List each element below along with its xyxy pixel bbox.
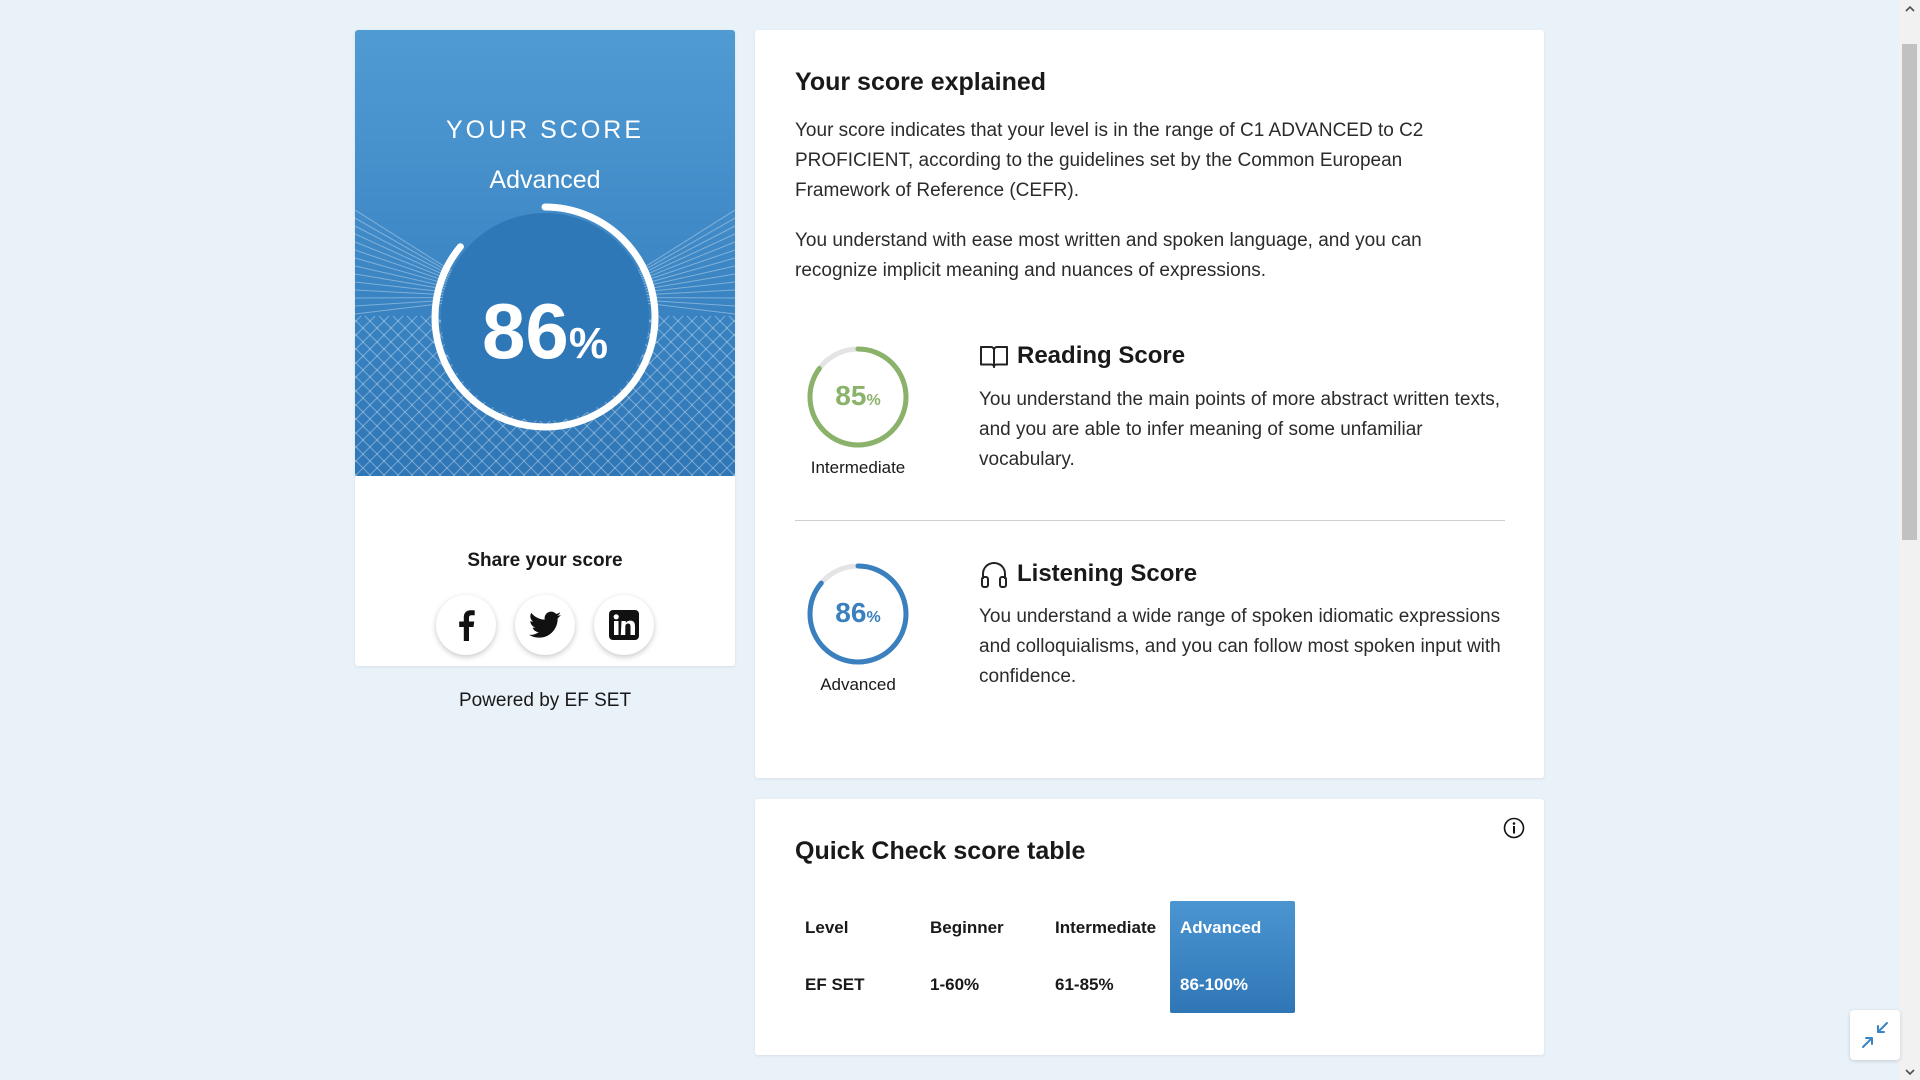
share-title: Share your score	[467, 550, 623, 571]
explained-title: Your score explained	[795, 68, 1047, 96]
headphones-icon	[981, 561, 1007, 588]
quick-check-title: Quick Check score table	[795, 837, 1086, 865]
powered-by: Powered by EF SET	[458, 690, 632, 711]
table-column-advanced: Advanced 86-100%	[1170, 901, 1295, 1013]
score-card: YOUR SCORE Advanced 86% Share your score	[355, 30, 735, 666]
score-value: 86%	[355, 292, 735, 370]
listening-score-number: 86	[835, 597, 867, 628]
table-header: Intermediate	[1055, 918, 1157, 937]
reading-score-value: 85%	[795, 382, 921, 410]
score-hero: YOUR SCORE Advanced 86%	[355, 30, 735, 476]
section-divider	[795, 520, 1505, 521]
share-buttons	[355, 595, 735, 655]
share-facebook-button[interactable]	[436, 595, 496, 655]
share-twitter-button[interactable]	[515, 595, 575, 655]
reading-score-unit: %	[866, 392, 881, 409]
twitter-icon	[529, 611, 561, 638]
collapse-arrows-icon	[1862, 1022, 1888, 1048]
reading-description: You understand the main points of more a…	[979, 389, 1501, 470]
score-unit: %	[568, 319, 608, 368]
table-cell: 86-100%	[1180, 975, 1249, 994]
table-column-level: Level EF SET	[795, 901, 920, 1013]
listening-level: Advanced	[820, 675, 896, 694]
table-header: Level	[805, 918, 849, 937]
listening-score-unit: %	[866, 609, 881, 626]
table-cell: 61-85%	[1055, 975, 1114, 994]
explained-paragraph-1: Your score indicates that your level is …	[795, 120, 1424, 201]
listening-score-value: 86%	[795, 599, 921, 627]
score-table: Level EF SET Beginner 1-60% Intermediate…	[795, 901, 1295, 1013]
scroll-down-arrow[interactable]	[1899, 1064, 1920, 1080]
chevron-down-icon	[1904, 1068, 1915, 1075]
scroll-up-arrow[interactable]	[1899, 0, 1920, 16]
table-header: Advanced	[1180, 918, 1262, 937]
score-level: Advanced	[489, 166, 601, 194]
score-explained-card: Your score explained Your score indicate…	[755, 30, 1544, 778]
facebook-icon	[459, 610, 475, 641]
reading-heading-row: Reading Score	[979, 342, 1185, 370]
listening-description: You understand a wide range of spoken id…	[979, 606, 1501, 687]
book-icon	[980, 346, 1008, 368]
score-title: YOUR SCORE	[445, 116, 645, 144]
reading-heading: Reading Score	[1017, 342, 1186, 369]
table-column-beginner: Beginner 1-60%	[920, 901, 1045, 1013]
chevron-up-icon	[1904, 5, 1915, 12]
listening-heading-row: Listening Score	[979, 559, 1197, 589]
quick-check-card: Quick Check score table Level EF SET Beg…	[755, 799, 1544, 1055]
listening-heading: Listening Score	[1017, 560, 1198, 587]
table-header: Beginner	[930, 918, 1004, 937]
reading-level: Intermediate	[810, 458, 906, 477]
table-column-intermediate: Intermediate 61-85%	[1045, 901, 1170, 1013]
page-scrollbar[interactable]	[1899, 0, 1920, 1080]
score-number: 86	[482, 287, 569, 375]
share-linkedin-button[interactable]	[594, 595, 654, 655]
explained-paragraph-2: You understand with ease most written an…	[795, 230, 1422, 281]
reading-score-number: 85	[835, 380, 867, 411]
scroll-thumb[interactable]	[1902, 44, 1917, 540]
table-cell: 1-60%	[930, 975, 980, 994]
table-cell: EF SET	[805, 975, 865, 994]
linkedin-icon	[609, 610, 639, 640]
exit-fullscreen-button[interactable]	[1850, 1010, 1900, 1060]
info-icon[interactable]	[1503, 817, 1525, 839]
